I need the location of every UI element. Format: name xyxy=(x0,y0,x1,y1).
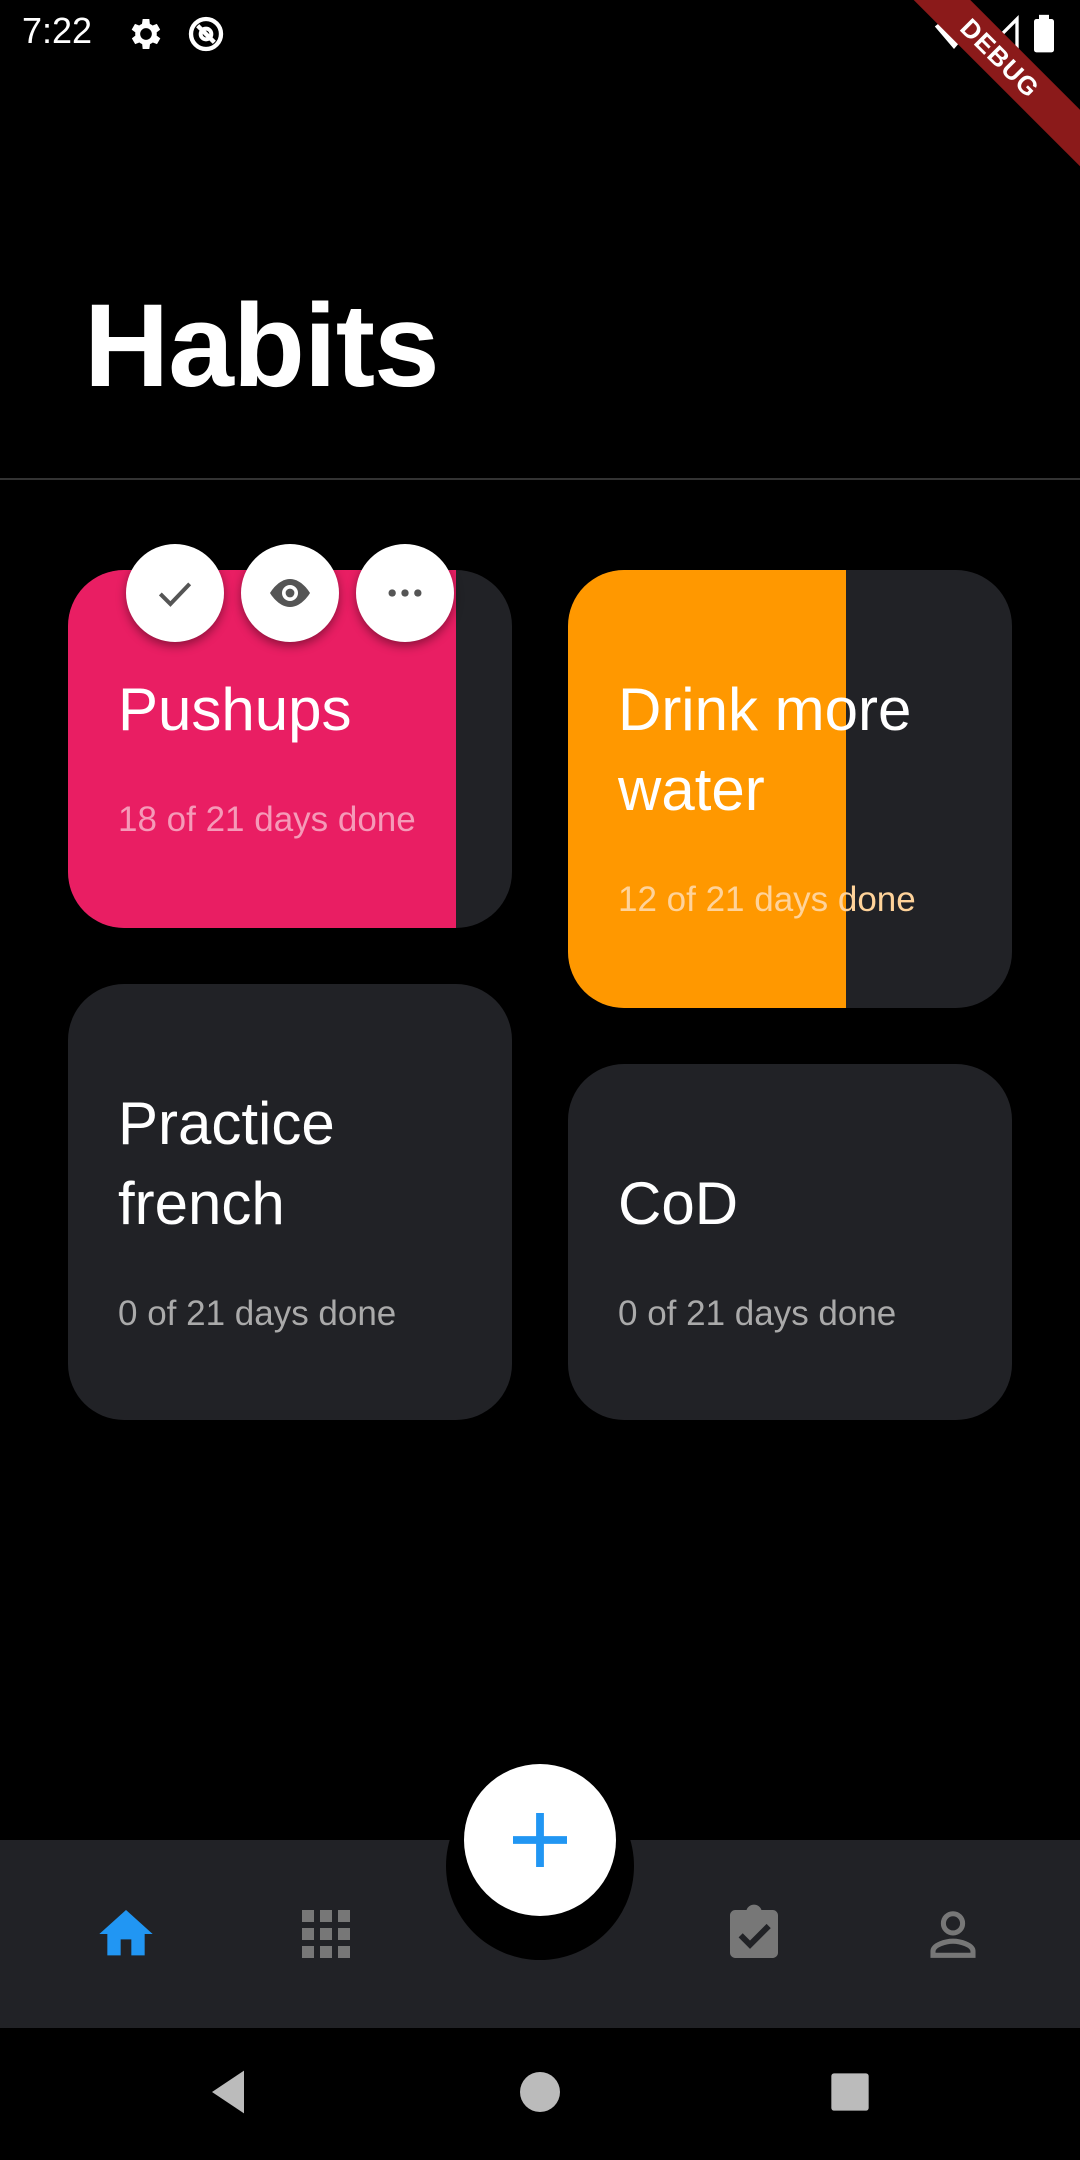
add-habit-button[interactable] xyxy=(464,1764,616,1916)
battery-icon xyxy=(1034,14,1054,53)
eye-icon xyxy=(270,579,310,607)
habit-subtitle: 0 of 21 days done xyxy=(618,1294,897,1333)
view-habit-button[interactable] xyxy=(241,544,339,642)
check-icon xyxy=(158,582,192,607)
more-icon xyxy=(388,589,422,597)
home-icon[interactable] xyxy=(94,1902,158,1966)
habit-subtitle: 12 of 21 days done xyxy=(618,880,916,919)
at-sign-icon xyxy=(188,16,224,52)
clipboard-check-icon[interactable] xyxy=(722,1902,786,1966)
status-time: 7:22 xyxy=(22,10,93,51)
habit-title: Practice french xyxy=(118,1090,335,1237)
screen: 7:22 DEBUG Habits Pushups 18 of 21 days … xyxy=(0,0,1080,2160)
header-divider xyxy=(0,478,1080,480)
gear-icon xyxy=(131,19,161,49)
habit-title: Pushups xyxy=(118,676,352,743)
habit-card-practice-french[interactable]: Practice french 0 of 21 days done xyxy=(68,984,512,1420)
habit-title: Drink more water xyxy=(618,676,912,823)
page-title: Habits xyxy=(84,280,440,412)
habit-card-cod[interactable]: CoD 0 of 21 days done xyxy=(568,1064,1012,1420)
habit-card-drink-more-water[interactable]: Drink more water 12 of 21 days done xyxy=(568,570,1012,1008)
grid-icon[interactable] xyxy=(294,1902,358,1966)
habit-title: CoD xyxy=(618,1170,739,1237)
person-icon[interactable] xyxy=(921,1902,985,1966)
habit-subtitle: 0 of 21 days done xyxy=(118,1294,397,1333)
recents-icon[interactable] xyxy=(818,2060,882,2124)
plus-icon xyxy=(513,1813,567,1867)
more-options-button[interactable] xyxy=(356,544,454,642)
home-circle-icon[interactable] xyxy=(508,2060,572,2124)
mark-done-button[interactable] xyxy=(126,544,224,642)
back-icon[interactable] xyxy=(196,2060,260,2124)
status-bar: 7:22 DEBUG xyxy=(0,0,1080,179)
habit-subtitle: 18 of 21 days done xyxy=(118,800,416,839)
